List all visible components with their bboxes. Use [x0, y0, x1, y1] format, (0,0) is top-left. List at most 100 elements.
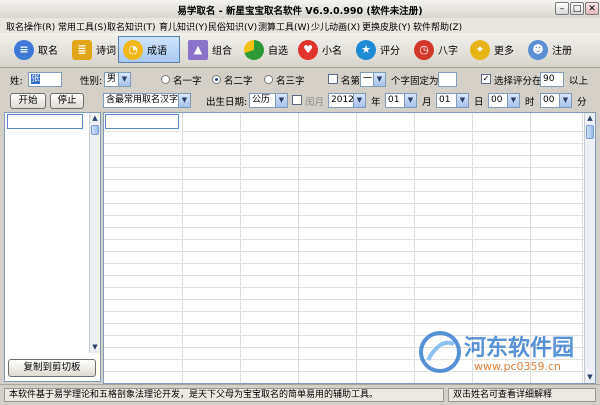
- user-card-icon: ≡: [14, 39, 34, 60]
- stop-button[interactable]: 停止: [50, 93, 84, 109]
- radio-three-char[interactable]: [264, 75, 273, 84]
- fixed-char-checkbox[interactable]: [328, 74, 338, 84]
- menu-folk-knowledge[interactable]: 民俗知识(V): [208, 20, 257, 33]
- day-select[interactable]: 01 ▼: [436, 93, 469, 108]
- grid-column-line: [240, 113, 241, 383]
- minimize-button[interactable]: –: [555, 2, 569, 15]
- menu-help[interactable]: 软件帮助(Z): [413, 20, 462, 33]
- fixed-char-input[interactable]: [438, 72, 457, 87]
- year-unit: 年: [371, 97, 381, 108]
- radio-two-char[interactable]: [212, 75, 221, 84]
- fixed-char-label: 个字固定为: [391, 76, 439, 87]
- status-description: 本软件基于易学理论和五格剖象法理论开发，是天下父母为宝宝取名的简单易用的辅助工具…: [4, 388, 444, 402]
- chevron-down-icon: ▼: [507, 94, 519, 107]
- surname-list-filter[interactable]: [7, 114, 83, 129]
- book-icon: ≣: [72, 39, 92, 60]
- surname-input[interactable]: 张: [28, 72, 62, 87]
- status-hint: 双击姓名可查看详细解释: [448, 388, 596, 402]
- nth-char-select[interactable]: 一 ▼: [360, 72, 386, 87]
- menu-common-tools[interactable]: 常用工具(S): [58, 20, 107, 33]
- window-title: 易学取名 - 新星宝宝取名软件 V6.9.0.990 (软件未注册): [177, 6, 423, 17]
- toolbar-nickname-button[interactable]: ♥ 小名: [294, 36, 346, 63]
- left-scrollbar[interactable]: ▲ ▼: [89, 113, 100, 353]
- toolbar-combine-button[interactable]: ▲ 组合: [184, 36, 236, 63]
- options-row-1: 姓: 张 性别: 男 ▼ 名一字 名二字 名三字 名第 一 ▼ 个字固定为 ✓ …: [0, 70, 600, 92]
- menu-naming-knowledge[interactable]: 取名知识(T): [107, 20, 156, 33]
- scroll-down-icon[interactable]: ▼: [90, 342, 100, 353]
- bell-icon: ◔: [123, 39, 143, 60]
- minute-select[interactable]: 00 ▼: [540, 93, 572, 108]
- watermark-logo-icon: [419, 331, 461, 373]
- options-row-2: 开始 停止 含最常用取名汉字 ▼ 出生日期: 公历 ▼ 闰月 2012 ▼ 年 …: [0, 91, 600, 113]
- menu-naming-ops[interactable]: 取名操作(R): [6, 20, 55, 33]
- menu-change-skin[interactable]: 更换皮肤(Y): [362, 20, 411, 33]
- user-group-icon: ☻: [528, 39, 548, 60]
- leap-month-label: 闰月: [305, 97, 325, 108]
- start-button[interactable]: 开始: [10, 93, 46, 109]
- clock-icon: ◷: [414, 39, 434, 60]
- leap-month-checkbox[interactable]: [292, 95, 302, 105]
- radio-two-char-label: 名二字: [224, 76, 253, 87]
- status-bar: 本软件基于易学理论和五格剖象法理论开发，是天下父母为宝宝取名的简单易用的辅助工具…: [0, 384, 600, 405]
- toolbar-score-button[interactable]: ★ 评分: [352, 36, 404, 63]
- score-filter-label: 选择评分在: [494, 76, 542, 87]
- score-filter-checkbox[interactable]: ✓: [481, 74, 491, 84]
- char-library-select[interactable]: 含最常用取名汉字 ▼: [103, 93, 191, 108]
- toolbar-more-button[interactable]: ✦ 更多: [466, 36, 518, 63]
- scroll-thumb[interactable]: [586, 125, 594, 139]
- scroll-up-icon[interactable]: ▲: [585, 113, 595, 124]
- grid-column-line: [298, 113, 299, 383]
- toolbar: ≡ 取名 ≣ 诗词 ◔ 成语 ▲ 组合 自选 ♥ 小名 ★ 评分 ◷ 八字 ✦ …: [0, 33, 600, 68]
- menu-calc-tools[interactable]: 测算工具(W): [258, 20, 310, 33]
- toolbar-poetry-button[interactable]: ≣ 诗词: [68, 36, 120, 63]
- menu-childcare-knowledge[interactable]: 育儿知识(Y): [159, 20, 208, 33]
- maximize-button[interactable]: □: [570, 2, 584, 15]
- pie-chart-icon: [244, 39, 264, 60]
- month-select[interactable]: 01 ▼: [385, 93, 417, 108]
- scroll-up-icon[interactable]: ▲: [90, 113, 100, 124]
- star-icon: ▲: [188, 39, 208, 60]
- gender-select[interactable]: 男 ▼: [104, 72, 131, 87]
- toolbar-custom-button[interactable]: 自选: [240, 36, 292, 63]
- radio-three-char-label: 名三字: [276, 76, 305, 87]
- score-suffix: 以上: [569, 76, 589, 87]
- chevron-down-icon: ▼: [456, 94, 468, 107]
- radio-one-char-label: 名一字: [173, 76, 202, 87]
- year-select[interactable]: 2012 ▼: [328, 93, 366, 108]
- heart-icon: ♥: [298, 39, 318, 60]
- title-bar: 易学取名 - 新星宝宝取名软件 V6.9.0.990 (软件未注册) – □ ✕: [0, 0, 600, 19]
- surname-list-panel[interactable]: ▲ ▼ 复制到剪切板: [4, 112, 101, 382]
- chevron-down-icon: ▼: [404, 94, 416, 107]
- day-unit: 日: [474, 97, 484, 108]
- menu-bar: 取名操作(R) 常用工具(S) 取名知识(T) 育儿知识(Y) 民俗知识(V) …: [0, 18, 600, 34]
- watermark: 河东软件园 www.pc0359.cn: [414, 328, 594, 378]
- toolbar-naming-button[interactable]: ≡ 取名: [10, 36, 62, 63]
- hour-select[interactable]: 00 ▼: [488, 93, 520, 108]
- stars-icon: ✦: [470, 39, 490, 60]
- hour-unit: 时: [525, 97, 535, 108]
- month-unit: 月: [422, 97, 432, 108]
- gender-label: 性别:: [80, 76, 103, 87]
- chevron-down-icon: ▼: [275, 94, 287, 107]
- menu-kids-animation[interactable]: 少儿动画(X): [311, 20, 360, 33]
- chevron-down-icon: ▼: [178, 94, 190, 107]
- radio-one-char[interactable]: [161, 75, 170, 84]
- chevron-down-icon: ▼: [118, 73, 130, 86]
- chevron-down-icon: ▼: [353, 94, 365, 107]
- birth-date-label: 出生日期:: [206, 97, 248, 108]
- scroll-thumb[interactable]: [91, 125, 99, 135]
- calendar-type-select[interactable]: 公历 ▼: [249, 93, 288, 108]
- close-button[interactable]: ✕: [585, 2, 599, 15]
- results-header-cell: [105, 114, 179, 129]
- toolbar-bazi-button[interactable]: ◷ 八字: [410, 36, 462, 63]
- minute-unit: 分: [577, 97, 587, 108]
- surname-label: 姓:: [10, 76, 23, 87]
- toolbar-register-button[interactable]: ☻ 注册: [524, 36, 576, 63]
- copy-to-clipboard-button[interactable]: 复制到剪切板: [8, 359, 96, 377]
- chevron-down-icon: ▼: [373, 73, 385, 86]
- rating-icon: ★: [356, 39, 376, 60]
- grid-column-line: [182, 113, 183, 383]
- score-input[interactable]: 90: [540, 72, 564, 87]
- toolbar-idiom-button[interactable]: ◔ 成语: [118, 36, 180, 63]
- chevron-down-icon: ▼: [559, 94, 571, 107]
